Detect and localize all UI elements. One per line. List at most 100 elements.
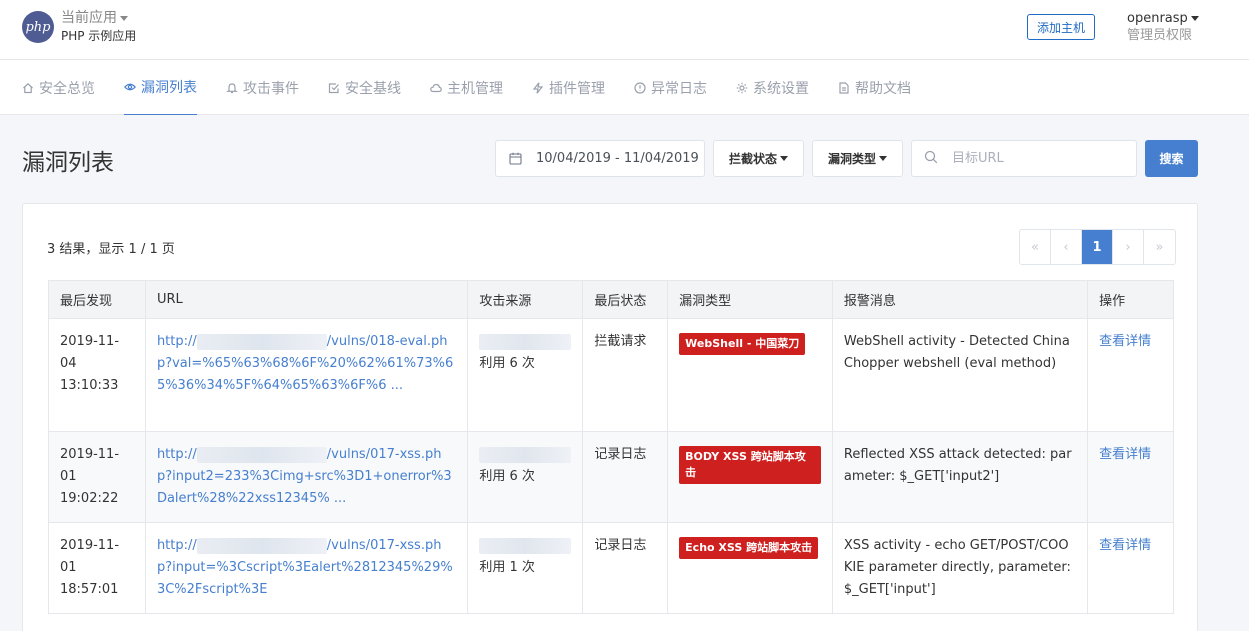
eye-icon	[124, 81, 136, 93]
url-link[interactable]: http:///vulns/018-eval.php?val=%65%63%68…	[156, 333, 453, 393]
col-header-last-seen[interactable]: 最后发现	[48, 280, 146, 319]
view-details-link[interactable]: 查看详情	[1099, 334, 1151, 349]
main-nav: 安全总览 漏洞列表 攻击事件 安全基线 主机管理 插件管理 异常日志 系统设置 …	[0, 60, 1249, 115]
url-search-box[interactable]	[911, 140, 1137, 177]
app-switcher[interactable]: 当前应用 PHP 示例应用	[61, 9, 136, 45]
col-header-type[interactable]: 漏洞类型	[667, 280, 833, 319]
nav-item-settings[interactable]: 系统设置	[736, 60, 809, 115]
php-logo: php	[22, 11, 54, 43]
view-details-link[interactable]: 查看详情	[1099, 447, 1151, 462]
nav-item-attacks[interactable]: 攻击事件	[226, 60, 299, 115]
vuln-type-badge: Echo XSS 跨站脚本攻击	[679, 537, 819, 559]
nav-label: 安全基线	[345, 80, 401, 97]
col-header-message[interactable]: 报警消息	[831, 280, 1089, 319]
col-header-action[interactable]: 操作	[1087, 280, 1174, 319]
url-prefix: http://	[156, 538, 197, 553]
block-status-dropdown[interactable]: 拦截状态	[713, 140, 804, 177]
nav-label: 系统设置	[753, 80, 809, 97]
source-count: 利用 1 次	[479, 560, 535, 575]
date-range-picker[interactable]: 10/04/2019 - 11/04/2019	[495, 140, 705, 177]
nav-label: 漏洞列表	[141, 80, 197, 96]
cell-source: 利用 6 次	[467, 318, 584, 432]
masked-host	[196, 446, 327, 463]
masked-host	[196, 333, 327, 350]
pager-last[interactable]: »	[1144, 230, 1175, 264]
pagination: « ‹ 1 › »	[1019, 229, 1176, 265]
nav-label: 安全总览	[39, 80, 95, 97]
cell-url: http:///vulns/018-eval.php?val=%65%63%68…	[144, 318, 469, 432]
chevron-down-icon	[879, 156, 887, 161]
cell-type: Echo XSS 跨站脚本攻击	[667, 522, 833, 614]
cell-url: http:///vulns/017-xss.php?input2=233%3Ci…	[144, 431, 469, 523]
nav-label: 异常日志	[651, 80, 707, 97]
masked-host	[196, 537, 327, 554]
nav-label: 攻击事件	[243, 80, 299, 97]
bell-icon	[226, 82, 238, 94]
nav-label: 帮助文档	[855, 80, 911, 97]
nav-label: 主机管理	[447, 80, 503, 97]
masked-ip	[479, 447, 572, 463]
url-link[interactable]: http:///vulns/017-xss.php?input2=233%3Ci…	[157, 446, 452, 506]
calendar-icon	[509, 152, 522, 165]
source-count: 利用 6 次	[479, 356, 535, 371]
pager-current[interactable]: 1	[1082, 230, 1113, 264]
time-text: 19:02:22	[60, 491, 119, 506]
cell-message: WebShell activity - Detected China Chopp…	[831, 318, 1089, 432]
nav-item-hosts[interactable]: 主机管理	[430, 60, 503, 115]
chevron-down-icon	[120, 15, 128, 21]
table-row: 2019-11-01 18:57:01 http:///vulns/017-xss…	[48, 522, 1174, 614]
nav-item-docs[interactable]: 帮助文档	[838, 60, 911, 115]
alert-circle-icon	[634, 81, 646, 94]
nav-item-plugins[interactable]: 插件管理	[532, 60, 605, 115]
cell-source: 利用 6 次	[467, 431, 584, 523]
source-count: 利用 6 次	[479, 469, 535, 484]
vuln-list-card: 3 结果，显示 1 / 1 页 « ‹ 1 › » 最后发现 URL 攻击来源 …	[22, 203, 1198, 631]
cell-last-seen: 2019-11-01 18:57:01	[48, 522, 146, 614]
table-header-row: 最后发现 URL 攻击来源 最后状态 漏洞类型 报警消息 操作	[48, 280, 1174, 319]
cell-type: WebShell - 中国菜刀	[667, 318, 833, 432]
check-square-icon	[328, 82, 340, 94]
col-header-status[interactable]: 最后状态	[582, 280, 669, 319]
url-prefix: http://	[156, 334, 197, 349]
date-range-value: 10/04/2019 - 11/04/2019	[536, 151, 699, 166]
cell-action: 查看详情	[1087, 431, 1174, 523]
app-label: 当前应用	[61, 10, 117, 26]
cell-last-seen: 2019-11-01 19:02:22	[48, 431, 146, 523]
view-details-link[interactable]: 查看详情	[1099, 538, 1151, 553]
pager-next[interactable]: ›	[1113, 230, 1144, 264]
cell-status: 拦截请求	[582, 318, 669, 432]
cell-source: 利用 1 次	[467, 522, 584, 614]
search-button[interactable]: 搜索	[1145, 140, 1198, 177]
time-text: 18:57:01	[60, 582, 119, 597]
cell-url: http:///vulns/017-xss.php?input=%3Cscrip…	[144, 522, 469, 614]
dropdown-label: 漏洞类型	[827, 152, 876, 166]
gear-icon	[736, 82, 748, 94]
nav-item-overview[interactable]: 安全总览	[22, 60, 95, 115]
date-text: 2019-11-01	[60, 447, 120, 484]
nav-item-vulns[interactable]: 漏洞列表	[124, 60, 197, 115]
add-host-button[interactable]: 添加主机	[1027, 14, 1095, 40]
cell-last-seen: 2019-11-04 13:10:33	[48, 318, 146, 432]
url-search-input[interactable]	[952, 151, 1122, 166]
col-header-url[interactable]: URL	[144, 280, 469, 319]
nav-item-errors[interactable]: 异常日志	[634, 60, 707, 115]
user-menu[interactable]: openrasp 管理员权限	[1127, 10, 1199, 44]
pager-first[interactable]: «	[1020, 230, 1051, 264]
masked-ip	[479, 538, 572, 554]
user-name: openrasp	[1127, 11, 1188, 26]
masked-ip	[479, 334, 572, 350]
col-header-source[interactable]: 攻击来源	[467, 280, 584, 319]
vuln-type-badge: WebShell - 中国菜刀	[679, 333, 806, 355]
pager-prev[interactable]: ‹	[1051, 230, 1082, 264]
app-name: PHP 示例应用	[61, 29, 137, 43]
cloud-icon	[430, 82, 442, 94]
cell-action: 查看详情	[1087, 318, 1174, 432]
nav-item-baseline[interactable]: 安全基线	[328, 60, 401, 115]
url-link[interactable]: http:///vulns/017-xss.php?input=%3Cscrip…	[156, 537, 453, 597]
date-text: 2019-11-04	[60, 334, 120, 371]
top-header: php 当前应用 PHP 示例应用 添加主机 openrasp 管理员权限	[0, 0, 1249, 60]
chevron-down-icon	[780, 156, 788, 161]
date-text: 2019-11-01	[60, 538, 120, 575]
vuln-type-dropdown[interactable]: 漏洞类型	[812, 140, 903, 177]
zap-icon	[532, 81, 544, 94]
